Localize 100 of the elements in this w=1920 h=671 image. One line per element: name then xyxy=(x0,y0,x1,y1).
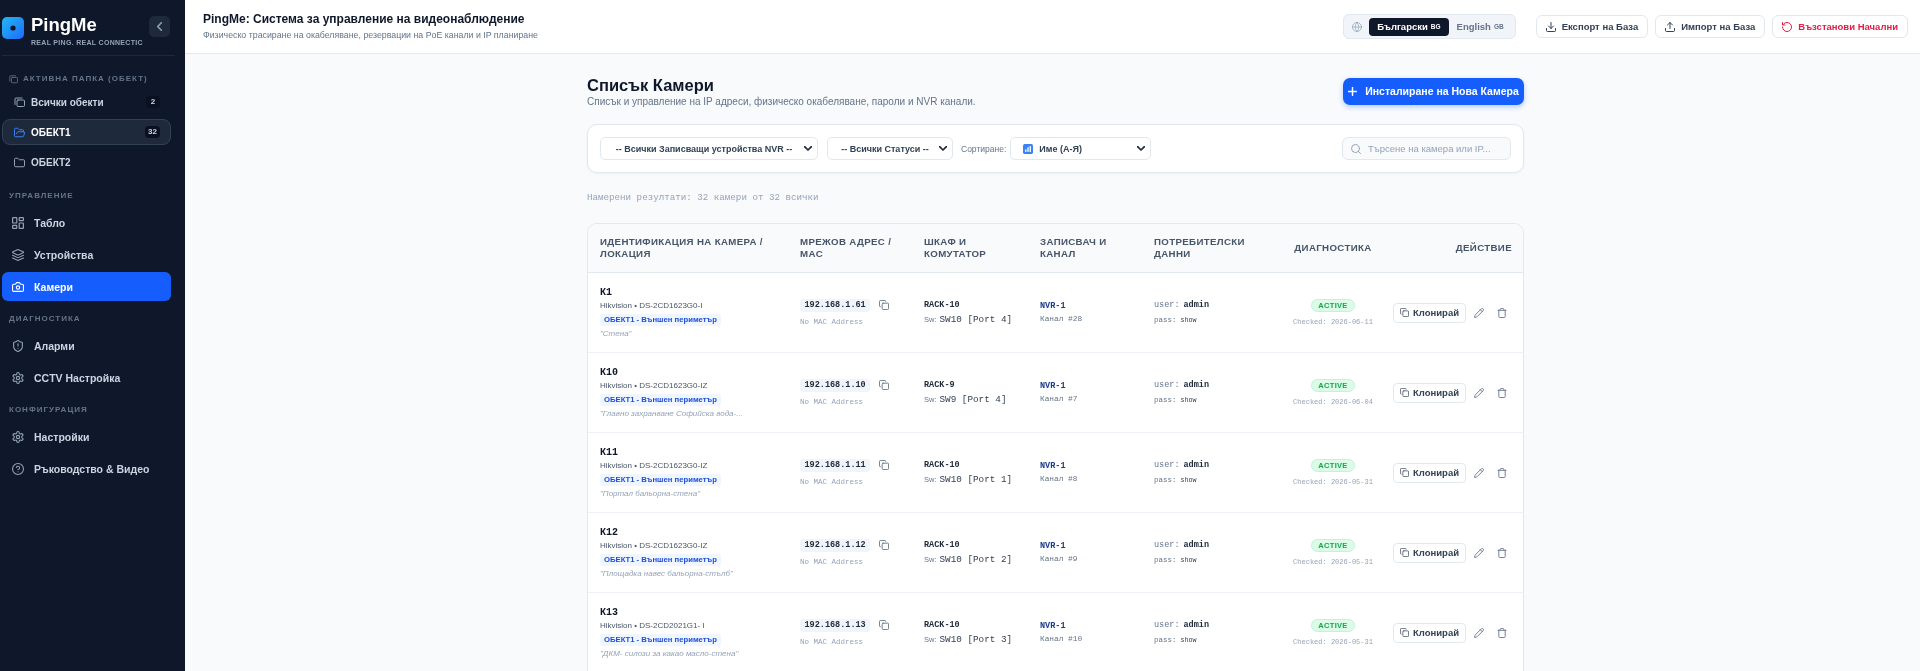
stacked-squares-icon xyxy=(14,96,25,108)
stacked-squares-icon xyxy=(9,74,18,84)
count-badge: 2 xyxy=(146,96,160,108)
rack-name: RACK-10 xyxy=(924,299,960,311)
camera-model: Hikvision • DS-2CD1623G0-IZ xyxy=(600,459,708,472)
chevron-down-icon xyxy=(804,146,812,151)
ip-address: 192.168.1.13 xyxy=(800,618,871,632)
user-label: user: xyxy=(1154,299,1180,311)
copy-icon xyxy=(1400,308,1409,317)
camera-note: "ДКМ- силози за какао масло-стена" xyxy=(600,647,739,660)
counterclockwise-arrow-icon xyxy=(1782,21,1793,32)
chevron-down-icon xyxy=(1137,146,1146,151)
trash-icon[interactable] xyxy=(1497,467,1507,478)
bar-chart-icon xyxy=(1023,143,1034,154)
camera-note: "Стена" xyxy=(600,327,632,340)
copy-icon xyxy=(1400,388,1409,397)
app-title: PingMe: Система за управление на видеонаблюдение xyxy=(203,12,526,27)
nvr-filter-select[interactable]: -- Всички Записващи устройства NVR -- xyxy=(600,137,818,160)
folder-item[interactable]: ОБЕКТ2 xyxy=(2,149,171,175)
plus-icon xyxy=(1348,86,1358,96)
switch-port: SW9 [Port 4] xyxy=(939,394,1007,406)
nav-item[interactable]: CCTV Настройка xyxy=(2,363,171,392)
sort-label: Сортиране: xyxy=(961,143,1007,154)
search-field[interactable]: Търсене на камера или IP... xyxy=(1342,137,1511,160)
rack-name: RACK-9 xyxy=(924,379,955,391)
results-count: Намерени резултати: 32 камери от 32 всички xyxy=(587,192,820,204)
camera-model: Hikvision • DS-2CD1623G0-IZ xyxy=(600,379,708,392)
shield-alert-icon xyxy=(12,339,24,352)
copy-icon[interactable] xyxy=(879,460,890,470)
nav-item[interactable]: Устройства xyxy=(2,240,171,269)
pencil-icon[interactable] xyxy=(1474,387,1484,398)
trash-icon[interactable] xyxy=(1497,627,1507,638)
open-folder-icon xyxy=(14,126,25,138)
settings-icon xyxy=(12,430,24,443)
nav-item[interactable]: Аларми xyxy=(2,331,171,360)
switch-port: SW10 [Port 1] xyxy=(939,474,1013,486)
layers-icon xyxy=(12,248,24,261)
add-camera-button[interactable]: Инсталиране на Нова Камера xyxy=(1343,77,1524,105)
user-label: user: xyxy=(1154,619,1180,631)
section-heading: АКТИВНА ПАПКА (ОБЕКТ) xyxy=(23,73,148,85)
nav-item[interactable]: Ръководство & Видео xyxy=(2,454,171,483)
pencil-icon[interactable] xyxy=(1474,547,1484,558)
clone-button[interactable]: Клонирай xyxy=(1393,382,1466,403)
nav-item[interactable]: Камери xyxy=(2,272,171,301)
username: admin xyxy=(1183,459,1210,471)
count-badge: 32 xyxy=(145,126,160,138)
clone-button[interactable]: Клонирай xyxy=(1393,302,1466,323)
app-subtitle: Физическо трасиране на окабеляване, резервации на PoE канали и IP планиране xyxy=(203,30,538,41)
column-header: ПОТРЕБИТЕЛСКИ ДАННИ xyxy=(1154,235,1246,261)
page-subtitle: Списък и управление на IP адреси, физическо окабеляване, пароли и NVR канали. xyxy=(587,96,976,108)
copy-icon[interactable] xyxy=(879,620,890,630)
copy-icon xyxy=(1400,628,1409,637)
nav-item[interactable]: Табло xyxy=(2,208,171,237)
trash-icon[interactable] xyxy=(1497,387,1507,398)
app-name: PingMe xyxy=(31,16,98,34)
nvr-name: NVR-1 xyxy=(1040,380,1066,392)
trash-icon[interactable] xyxy=(1497,547,1507,558)
copy-icon xyxy=(1400,468,1409,477)
column-header: ЗАПИСВАЧ И КАНАЛ xyxy=(1040,235,1108,261)
switch-port: SW10 [Port 2] xyxy=(939,554,1013,566)
camera-name: К12 xyxy=(600,525,618,540)
import-button[interactable]: Импорт на База xyxy=(1655,15,1766,38)
copy-icon[interactable] xyxy=(879,540,890,550)
clone-button[interactable]: Клонирай xyxy=(1393,462,1466,483)
page-title: Списък Камери xyxy=(587,75,715,96)
pencil-icon[interactable] xyxy=(1474,467,1484,478)
user-label: user: xyxy=(1154,459,1180,471)
status-filter-select[interactable]: -- Всички Статуси -- xyxy=(827,137,953,160)
nvr-name: NVR-1 xyxy=(1040,300,1066,312)
camera-note: "Площадка навес бальорна-стълб" xyxy=(600,567,733,580)
upload-icon xyxy=(1665,21,1676,32)
sort-select[interactable]: Име (А-Я) xyxy=(1010,137,1152,160)
download-icon xyxy=(1545,21,1556,32)
pencil-icon[interactable] xyxy=(1474,307,1484,318)
clone-button[interactable]: Клонирай xyxy=(1393,542,1466,563)
trash-icon[interactable] xyxy=(1497,307,1507,318)
rack-name: RACK-10 xyxy=(924,459,960,471)
reset-button[interactable]: Възстанови Начални xyxy=(1772,15,1908,38)
folder-item[interactable]: Всички обекти 2 xyxy=(2,89,171,115)
camera-name: К13 xyxy=(600,605,618,620)
pencil-icon[interactable] xyxy=(1474,627,1484,638)
nvr-name: NVR-1 xyxy=(1040,540,1066,552)
nvr-name: NVR-1 xyxy=(1040,460,1066,472)
nav-item[interactable]: Настройки xyxy=(2,422,171,451)
export-button[interactable]: Експорт на База xyxy=(1535,15,1649,38)
gear-icon xyxy=(12,371,24,384)
copy-icon[interactable] xyxy=(879,300,890,310)
ip-address: 192.168.1.11 xyxy=(800,458,871,472)
ip-address: 192.168.1.10 xyxy=(800,378,871,392)
user-label: user: xyxy=(1154,379,1180,391)
column-header: ШКАФ И КОМУТАТОР xyxy=(924,235,988,261)
collapse-button[interactable] xyxy=(149,16,170,37)
copy-icon[interactable] xyxy=(879,380,890,390)
folder-item[interactable]: ОБЕКТ1 32 xyxy=(2,119,171,145)
column-header: МРЕЖОВ АДРЕС / MAC xyxy=(800,235,893,261)
clone-button[interactable]: Клонирай xyxy=(1393,622,1466,643)
column-header: ДИАГНОСТИКА xyxy=(1293,241,1373,255)
section-heading: ДИАГНОСТИКА xyxy=(9,312,81,325)
username: admin xyxy=(1183,299,1210,311)
ip-address: 192.168.1.12 xyxy=(800,538,871,552)
